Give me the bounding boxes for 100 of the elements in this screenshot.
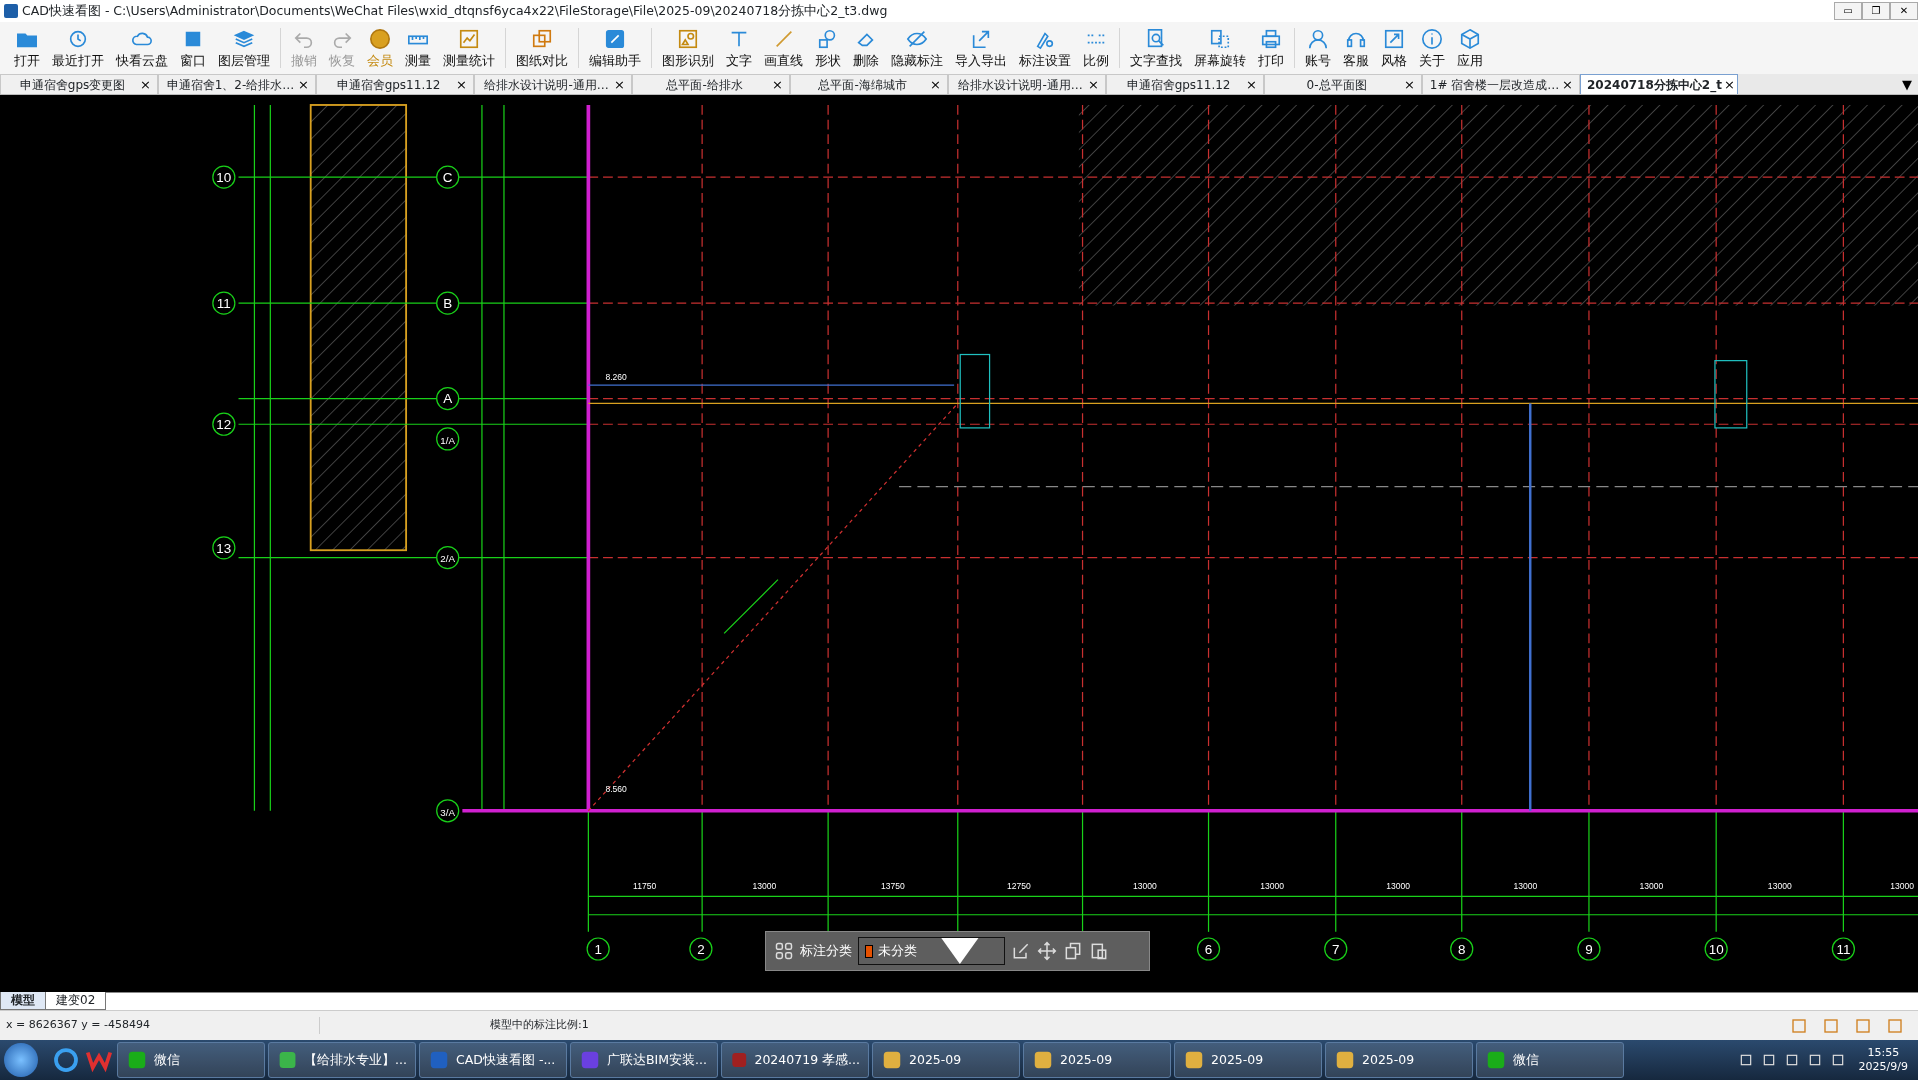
tab-close-button[interactable]: × xyxy=(1244,78,1259,91)
toolbar-button[interactable]: 应用 xyxy=(1451,22,1489,74)
toolbar-button[interactable]: 客服 xyxy=(1337,22,1375,74)
paste-icon[interactable] xyxy=(1089,941,1109,961)
toolbar-button[interactable]: 测量统计 xyxy=(437,22,501,74)
dimension-text: 13000 xyxy=(752,881,777,892)
move-icon[interactable] xyxy=(1037,941,1057,961)
dimension-text: 13000 xyxy=(1260,881,1285,892)
restore-button[interactable]: ❐ xyxy=(1862,2,1890,20)
taskbar-button[interactable]: 微信 xyxy=(1476,1042,1624,1078)
taskbar-button[interactable]: CAD快速看图 -... xyxy=(419,1042,567,1078)
axis-bubble: 10 xyxy=(1704,937,1728,961)
toolbar-button[interactable]: 最近打开 xyxy=(46,22,110,74)
taskbar-button[interactable]: 20240719 孝感... xyxy=(721,1042,869,1078)
edit-icon xyxy=(604,28,626,51)
taskbar-button[interactable]: 微信 xyxy=(117,1042,265,1078)
window-title: CAD快速看图 - C:\Users\Administrator\Documents\WeChat Files\wxid_dtqnsf6yca4x22\FileStorage\File\2025-09\20240718分拣中心2_t3.dwg xyxy=(22,1,889,20)
dimension-text: 13000 xyxy=(1767,881,1792,892)
dimension-text: 13000 xyxy=(1133,881,1157,892)
minimize-button[interactable]: ▭ xyxy=(1834,2,1862,20)
axis-bubble: 10 xyxy=(212,165,236,189)
toolbar-button[interactable]: 打印 xyxy=(1252,22,1290,74)
toolbar-button[interactable]: 图形识别 xyxy=(656,22,720,74)
taskbar-button[interactable]: 2025-09 xyxy=(1174,1042,1322,1078)
tab-close-button[interactable]: × xyxy=(1402,78,1417,91)
category-dropdown[interactable]: 未分类 xyxy=(858,937,1005,965)
toolbar-button[interactable]: 图层管理 xyxy=(212,22,276,74)
toolbar-button[interactable]: 画直线 xyxy=(758,22,809,74)
app-icon xyxy=(1183,1049,1205,1071)
file-tab[interactable]: 申通宿舍gps11.12 × xyxy=(316,74,474,94)
toolbar-button[interactable]: 隐藏标注 xyxy=(885,22,949,74)
app-icon xyxy=(1485,1049,1507,1071)
tab-close-button[interactable]: × xyxy=(138,78,153,91)
grid-icon[interactable] xyxy=(774,941,794,961)
file-tab[interactable]: 0-总平面图 × xyxy=(1264,74,1422,94)
toolbar-button[interactable]: 关于 xyxy=(1413,22,1451,74)
shapes-icon xyxy=(677,28,699,51)
start-button[interactable] xyxy=(4,1043,38,1077)
axis-bubble: B xyxy=(436,291,460,315)
taskbar-button[interactable]: 2025-09 xyxy=(1023,1042,1171,1078)
app-icon xyxy=(428,1049,450,1071)
dimension-text: 13000 xyxy=(1386,881,1410,892)
axis-bubble: 7 xyxy=(1324,937,1348,961)
tab-close-button[interactable]: × xyxy=(1721,78,1737,91)
file-tab[interactable]: 申通宿舍1、2-给排水… × xyxy=(158,74,316,94)
file-tab[interactable]: 总平面-给排水 × xyxy=(632,74,790,94)
file-tab[interactable]: 总平面-海绵城市 × xyxy=(790,74,948,94)
file-tab[interactable]: 20240718分拣中心2_t× xyxy=(1580,74,1738,94)
file-tab[interactable]: 给排水设计说明-通用… × xyxy=(948,74,1106,94)
file-tab[interactable]: 申通宿舍gps变更图 × xyxy=(0,74,158,94)
copy-icon[interactable] xyxy=(1063,941,1083,961)
toolbar-button[interactable]: 测量 xyxy=(399,22,437,74)
toolbar-button[interactable]: 删除 xyxy=(847,22,885,74)
axis-bubble: 1 xyxy=(586,937,610,961)
tab-menu-button[interactable]: ▼ xyxy=(1896,74,1918,94)
taskbar-button[interactable]: 【给排水专业】... xyxy=(268,1042,416,1078)
toolbar-button[interactable]: 打开 xyxy=(8,22,46,74)
tab-close-button[interactable]: × xyxy=(928,78,943,91)
axis-bubble: C xyxy=(436,165,460,189)
elevation-text: 8.260 xyxy=(605,372,627,383)
toolbar-button[interactable]: 窗口 xyxy=(174,22,212,74)
toolbar-button[interactable]: 风格 xyxy=(1375,22,1413,74)
toolbar-button[interactable]: 屏幕旋转 xyxy=(1188,22,1252,74)
tab-close-button[interactable]: × xyxy=(612,78,627,91)
file-tab[interactable]: 给排水设计说明-通用… × xyxy=(474,74,632,94)
resize-icon xyxy=(1383,28,1405,51)
toolbar-button[interactable]: 比例 xyxy=(1077,22,1115,74)
axis-bubble: 9 xyxy=(1577,937,1601,961)
coordinates-text: x = 8626367 y = -458494 xyxy=(0,1017,320,1034)
tab-close-button[interactable]: × xyxy=(1560,78,1575,91)
dimension-text: 13000 xyxy=(1890,881,1914,892)
toolbar-button[interactable]: 标注设置 xyxy=(1013,22,1077,74)
file-tab[interactable]: 申通宿舍gps11.12 × xyxy=(1106,74,1264,94)
tab-close-button[interactable]: × xyxy=(770,78,785,91)
toolbar-button[interactable]: 编辑助手 xyxy=(583,22,647,74)
toolbar-button[interactable]: 文字查找 xyxy=(1124,22,1188,74)
tab-close-button[interactable]: × xyxy=(1086,78,1101,91)
taskbar-button[interactable]: 广联达BIM安装... xyxy=(570,1042,718,1078)
toolbar-button[interactable]: 导入导出 xyxy=(949,22,1013,74)
axis-bubble: 2 xyxy=(689,937,713,961)
taskbar-button[interactable]: 2025-09 xyxy=(872,1042,1020,1078)
axis-bubble: 13 xyxy=(212,536,236,560)
axis-bubble: 3/A xyxy=(436,799,460,823)
toolbar-button[interactable]: 快看云盘 xyxy=(110,22,174,74)
file-tab[interactable]: 1# 宿舍楼一层改造成… × xyxy=(1422,74,1580,94)
taskbar-button[interactable]: 2025-09 xyxy=(1325,1042,1473,1078)
close-button[interactable]: ✕ xyxy=(1890,2,1918,20)
toolbar-button[interactable]: 形状 xyxy=(809,22,847,74)
app-icon xyxy=(126,1049,148,1071)
toolbar-button[interactable]: 账号 xyxy=(1299,22,1337,74)
browser-icon[interactable] xyxy=(51,1045,81,1075)
dimension-text: 11750 xyxy=(633,881,657,892)
dimension-text: 12750 xyxy=(1007,881,1031,892)
user-icon xyxy=(1307,28,1329,51)
toolbar-button[interactable]: 图纸对比 xyxy=(510,22,574,74)
tab-close-button[interactable]: × xyxy=(454,78,469,91)
axis-bubble: 12 xyxy=(212,412,236,436)
toolbar-button[interactable]: 文字 xyxy=(720,22,758,74)
edit-icon[interactable] xyxy=(1011,941,1031,961)
tab-close-button[interactable]: × xyxy=(296,78,311,91)
